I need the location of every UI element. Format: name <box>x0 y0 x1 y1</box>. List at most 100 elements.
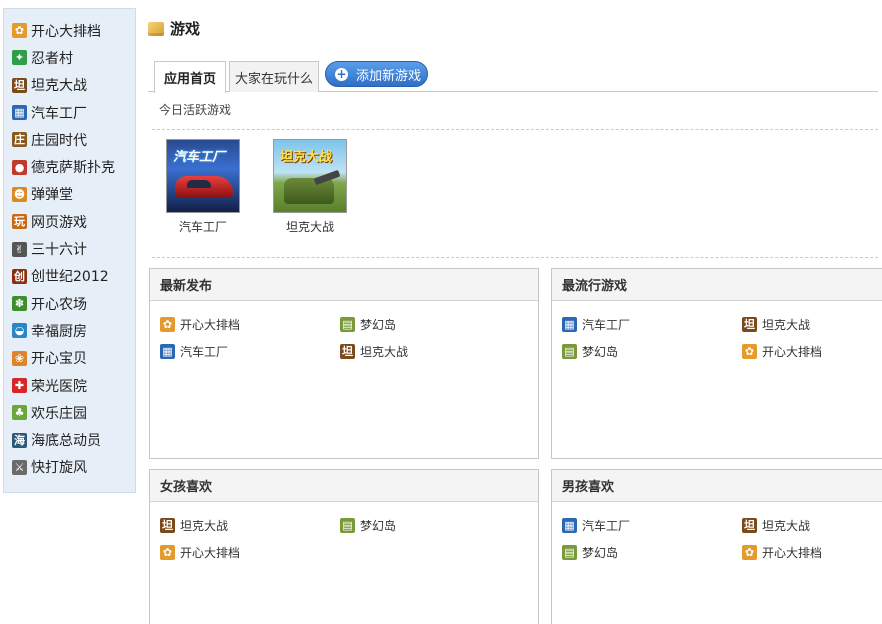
add-game-label: 添加新游戏 <box>356 68 422 84</box>
game-link[interactable]: ✿ 开心大排档 <box>160 544 240 561</box>
sidebar-item[interactable]: ▦ 汽车工厂 <box>4 99 135 126</box>
farm-icon: ✽ <box>12 296 27 312</box>
sidebar-item[interactable]: ● 德克萨斯扑克 <box>4 153 135 180</box>
game-label: 开心大排档 <box>180 546 241 560</box>
game-link[interactable]: 坦坦克大战 <box>742 517 810 534</box>
game-label: 梦幻岛 <box>582 345 619 359</box>
sidebar-list: ✿ 开心大排档 ✦ 忍者村坦坦克大战 ▦ 汽车工厂庄庄园时代 ● 德克萨斯扑克 ☻ 弹弹堂玩网页游… <box>4 9 135 481</box>
sidebar-item-label: 德克萨斯扑克 <box>31 160 115 177</box>
sidebar-item-label: 创世纪2012 <box>31 269 109 286</box>
sidebar-item-label: 开心宝贝 <box>31 351 87 368</box>
game-label: 梦幻岛 <box>360 318 397 332</box>
game-label: 汽车工厂 <box>582 519 631 533</box>
ocean-icon: 海 <box>12 432 27 448</box>
page-title: 游戏 <box>170 20 201 38</box>
dream-island-icon: ▤ <box>340 317 355 332</box>
game-link[interactable]: ▤ 梦幻岛 <box>340 517 396 534</box>
dining-icon: ✿ <box>12 23 27 39</box>
game-link[interactable]: ▤ 梦幻岛 <box>562 544 618 561</box>
sidebar-item[interactable]: 坦坦克大战 <box>4 72 135 99</box>
tank-icon: 坦 <box>742 518 757 533</box>
dream-island-icon: ▤ <box>562 545 577 560</box>
fight-icon: ⚔ <box>12 459 27 475</box>
game-label: 开心大排档 <box>762 345 823 359</box>
sidebar-item-label: 快打旋风 <box>31 460 87 477</box>
ddtank-icon: ☻ <box>12 186 27 202</box>
sidebar-item[interactable]: ✌ 三十六计 <box>4 235 135 262</box>
tab-bar: 应用首页 大家在玩什么 + 添加新游戏 <box>148 59 878 93</box>
sidebar-item[interactable]: ◒ 幸福厨房 <box>4 317 135 344</box>
sidebar-item[interactable]: ⚔ 快打旋风 <box>4 454 135 481</box>
panel-title: 最新发布 <box>150 269 538 301</box>
panel-popular: 最流行游戏 ▦ 汽车工厂 坦坦克大战 ▤ 梦幻岛 ✿ 开心大排档 <box>551 268 882 459</box>
sidebar-item[interactable]: ✽ 开心农场 <box>4 290 135 317</box>
sidebar-item[interactable]: 海海底总动员 <box>4 426 135 453</box>
plus-icon: + <box>335 67 348 81</box>
sidebar-item[interactable]: ☻ 弹弹堂 <box>4 181 135 208</box>
tank-icon: 坦 <box>742 317 757 332</box>
tab-what-everyone-plays[interactable]: 大家在玩什么 <box>229 61 319 92</box>
add-game-button[interactable]: + 添加新游戏 <box>325 61 428 87</box>
game-label: 梦幻岛 <box>360 519 397 533</box>
panel-boys: 男孩喜欢 ▦ 汽车工厂 坦坦克大战 ▤ 梦幻岛 ✿ 开心大排档 <box>551 469 882 624</box>
game-link[interactable]: ▤ 梦幻岛 <box>562 343 618 360</box>
game-link[interactable]: ▦ 汽车工厂 <box>562 517 630 534</box>
dream-island-icon: ▤ <box>340 518 355 533</box>
game-link[interactable]: 坦坦克大战 <box>160 517 228 534</box>
dining-icon: ✿ <box>160 545 175 560</box>
divider <box>152 129 878 130</box>
game-link[interactable]: 坦坦克大战 <box>340 343 408 360</box>
game-link[interactable]: ▦ 汽车工厂 <box>160 343 228 360</box>
page-header: 游戏 <box>148 18 200 39</box>
game-label: 坦克大战 <box>360 345 409 359</box>
sidebar-item[interactable]: ✿ 开心大排档 <box>4 17 135 44</box>
car-image <box>175 176 233 198</box>
sidebar-item-label: 海底总动员 <box>31 433 101 450</box>
game-link[interactable]: 坦坦克大战 <box>742 316 810 333</box>
active-game-tank-battle[interactable]: 坦克大战 坦克大战 <box>265 139 355 235</box>
tank-image <box>284 178 334 204</box>
sidebar-item[interactable]: 庄庄园时代 <box>4 126 135 153</box>
game-link[interactable]: ✿ 开心大排档 <box>742 544 822 561</box>
thumb-title: 坦克大战 <box>280 150 333 165</box>
car-factory-thumbnail: 汽车工厂 <box>166 139 240 213</box>
sidebar-item-label: 开心大排档 <box>31 23 101 40</box>
divider <box>152 257 878 258</box>
panel-title: 男孩喜欢 <box>552 470 882 502</box>
game-label: 开心大排档 <box>762 546 823 560</box>
tank-icon: 坦 <box>160 518 175 533</box>
game-link[interactable]: ▤ 梦幻岛 <box>340 316 396 333</box>
sidebar-item[interactable]: ❀ 开心宝贝 <box>4 345 135 372</box>
tab-home[interactable]: 应用首页 <box>154 61 226 93</box>
sidebar-item[interactable]: 创创世纪2012 <box>4 263 135 290</box>
sidebar-item[interactable]: ✚ 荣光医院 <box>4 372 135 399</box>
game-label: 坦克大战 <box>762 519 811 533</box>
genesis-icon: 创 <box>12 268 27 284</box>
car-factory-icon: ▦ <box>12 105 27 121</box>
panel-title: 最流行游戏 <box>552 269 882 301</box>
game-link[interactable]: ▦ 汽车工厂 <box>562 316 630 333</box>
webgame-icon: 玩 <box>12 214 27 230</box>
kitchen-icon: ◒ <box>12 323 27 339</box>
sidebar-item[interactable]: ✦ 忍者村 <box>4 44 135 71</box>
sidebar-item-label: 坦克大战 <box>31 78 87 95</box>
poker-icon: ● <box>12 159 27 175</box>
tank-icon: 坦 <box>340 344 355 359</box>
game-link[interactable]: ✿ 开心大排档 <box>160 316 240 333</box>
manor-icon: 庄 <box>12 132 27 148</box>
thumb-title: 汽车工厂 <box>173 150 226 165</box>
game-label: 汽车工厂 <box>180 345 229 359</box>
sidebar-item-label: 三十六计 <box>31 242 87 259</box>
active-game-car-factory[interactable]: 汽车工厂 汽车工厂 <box>158 139 248 235</box>
sidebar-item-label: 汽车工厂 <box>31 105 87 122</box>
sidebar-item-label: 弹弹堂 <box>31 187 73 204</box>
sidebar-item[interactable]: 玩网页游戏 <box>4 208 135 235</box>
happy-manor-icon: ♣ <box>12 405 27 421</box>
panel-girls: 女孩喜欢 坦坦克大战 ▤ 梦幻岛 ✿ 开心大排档 <box>149 469 539 624</box>
game-label: 坦克大战 <box>762 318 811 332</box>
dining-icon: ✿ <box>742 545 757 560</box>
active-games-label: 今日活跃游戏 <box>159 103 232 117</box>
ninja-icon: ✦ <box>12 50 27 66</box>
game-link[interactable]: ✿ 开心大排档 <box>742 343 822 360</box>
sidebar-item[interactable]: ♣ 欢乐庄园 <box>4 399 135 426</box>
